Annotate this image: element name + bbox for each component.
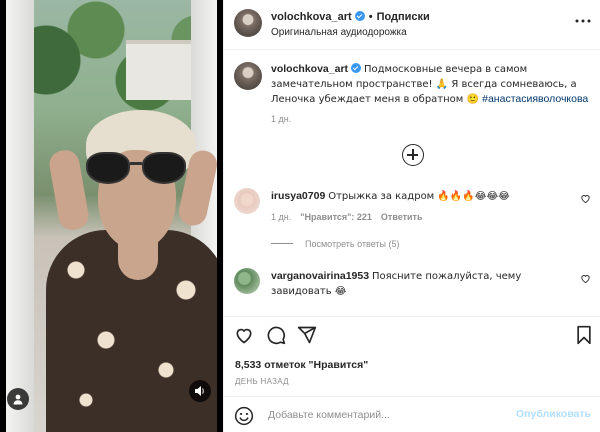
heart-icon[interactable] (234, 325, 254, 345)
author-username[interactable]: volochkova_art (271, 11, 352, 23)
emoji-icon[interactable] (234, 406, 254, 426)
post-caption: volochkova_art Подмосковные вечера в сам… (224, 50, 600, 124)
avatar[interactable] (234, 62, 262, 90)
comment-time: 1 дн. (271, 212, 292, 222)
post-header: volochkova_art • Подписки Оригинальная ауд… (224, 0, 600, 50)
verified-icon (354, 11, 365, 21)
add-comments-icon[interactable] (402, 144, 424, 166)
post-date: ДЕНЬ НАЗАД (235, 377, 289, 386)
comment-icon[interactable] (266, 325, 286, 345)
avatar[interactable] (234, 268, 260, 294)
user-tag-icon[interactable] (7, 388, 29, 410)
instagram-post-modal: volochkova_art • Подписки Оригинальная ауд… (0, 0, 600, 432)
separator: • (368, 11, 373, 23)
verified-icon (351, 63, 362, 73)
avatar[interactable] (234, 9, 262, 37)
follow-status-button[interactable]: Подписки (377, 11, 430, 23)
reply-button[interactable]: Ответить (381, 212, 423, 222)
view-replies-button[interactable]: Посмотреть ответы (5) (305, 239, 400, 249)
comment-username[interactable]: varganovairina1953 (271, 270, 369, 282)
comment-username[interactable]: irusya0709 (271, 190, 325, 202)
likes-count[interactable]: 8,533 отметок "Нравится" (235, 359, 368, 371)
post-actions: 8,533 отметок "Нравится" ДЕНЬ НАЗАД (224, 316, 600, 396)
add-comment-bar: Опубликовать (224, 396, 600, 432)
divider (271, 243, 293, 244)
hashtag-link[interactable]: #анастасияволочкова (482, 93, 588, 105)
more-icon[interactable] (575, 14, 591, 24)
avatar[interactable] (234, 188, 260, 214)
video-frame (6, 0, 217, 432)
sound-icon[interactable] (189, 380, 211, 402)
publish-button[interactable]: Опубликовать (516, 408, 591, 420)
heart-icon[interactable] (580, 193, 591, 204)
caption-time: 1 дн. (271, 114, 292, 124)
post-side-panel: volochkova_art • Подписки Оригинальная ауд… (223, 0, 600, 432)
bookmark-icon[interactable] (574, 325, 594, 345)
post-video[interactable] (0, 0, 223, 432)
comment-input[interactable] (268, 407, 518, 423)
caption-username[interactable]: volochkova_art (271, 63, 348, 75)
heart-icon[interactable] (580, 273, 591, 284)
audio-link[interactable]: Оригинальная аудиодорожка (271, 27, 407, 38)
comment-text: Отрыжка за кадром 🔥🔥🔥😂😂😂 (328, 191, 510, 202)
comment-likes-button[interactable]: "Нравится": 221 (300, 212, 372, 222)
share-icon[interactable] (297, 325, 317, 345)
